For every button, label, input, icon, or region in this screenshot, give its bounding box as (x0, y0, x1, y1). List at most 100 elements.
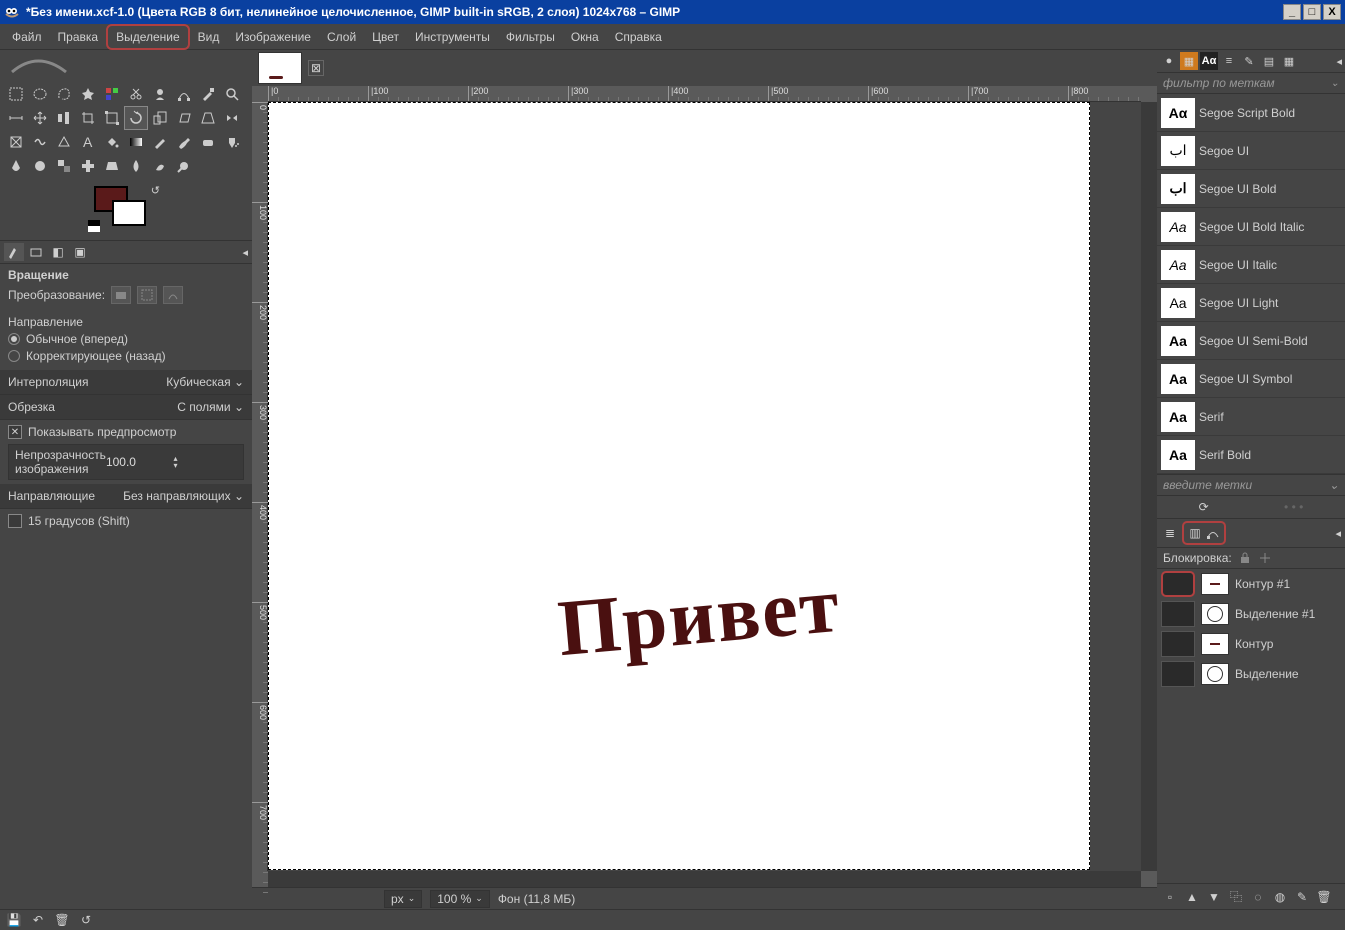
paintbrush-tool[interactable] (172, 130, 196, 154)
stroke-path-button[interactable]: ✎ (1293, 888, 1311, 906)
brushes-tab[interactable]: ● (1160, 52, 1178, 70)
reset-preset-button[interactable]: ↺ (76, 912, 96, 928)
paths-tool[interactable] (172, 82, 196, 106)
delete-preset-button[interactable]: 🗑 (52, 912, 72, 928)
path-to-selection-button[interactable]: ◌ (1249, 888, 1267, 906)
refresh-fonts-button[interactable]: ⟳ (1199, 500, 1209, 514)
transform-layer-button[interactable] (111, 286, 131, 304)
menu-filters[interactable]: Фильтры (498, 26, 563, 48)
ellipse-select-tool[interactable] (28, 82, 52, 106)
tool-options-menu-icon[interactable]: ◂ (242, 246, 248, 259)
path-item[interactable]: Контур (1157, 629, 1345, 659)
image-tab-thumbnail[interactable] (258, 52, 302, 84)
font-item[interactable]: AaSerif (1157, 398, 1345, 436)
quick-nav-icon[interactable] (1141, 871, 1157, 887)
menu-tools[interactable]: Инструменты (407, 26, 498, 48)
flip-tool[interactable] (220, 106, 244, 130)
font-item[interactable]: AaSegoe UI Semi-Bold (1157, 322, 1345, 360)
menu-file[interactable]: Файл (4, 26, 50, 48)
direction-corrective-radio[interactable] (8, 350, 20, 362)
path-visibility-toggle[interactable] (1161, 601, 1195, 627)
tool-options-tab[interactable] (4, 243, 24, 261)
heal-tool[interactable] (76, 154, 100, 178)
show-preview-checkbox[interactable]: ✕ (8, 425, 22, 439)
align-tool[interactable] (52, 106, 76, 130)
image-opacity-field[interactable]: Непрозрачность изображения 100.0 ▴▾ (8, 444, 244, 480)
shear-tool[interactable] (172, 106, 196, 130)
airbrush-tool[interactable] (220, 130, 244, 154)
save-preset-button[interactable]: 💾 (4, 912, 24, 928)
gradients-tab[interactable]: ▤ (1260, 52, 1278, 70)
menu-view[interactable]: Вид (190, 26, 228, 48)
horizontal-ruler[interactable]: |0|100|200|300|400|500|600|700|800 (268, 86, 1141, 102)
guides-select[interactable]: Направляющие Без направляющих ⌄ (0, 484, 252, 509)
zoom-select[interactable]: 100 %⌄ (430, 890, 490, 908)
transform-selection-button[interactable] (137, 286, 157, 304)
perspective-tool[interactable] (196, 106, 220, 130)
rotate-tool[interactable] (124, 106, 148, 130)
direction-normal-radio[interactable] (8, 333, 20, 345)
smudge-tool[interactable] (148, 154, 172, 178)
zoom-tool[interactable] (220, 82, 244, 106)
menu-help[interactable]: Справка (607, 26, 670, 48)
menu-colors[interactable]: Цвет (364, 26, 407, 48)
path-visibility-toggle[interactable] (1161, 571, 1195, 597)
color-swatches[interactable]: ↺ (94, 186, 154, 232)
warp-tool[interactable] (28, 130, 52, 154)
channels-tab[interactable]: ▥ (1186, 524, 1204, 542)
transform-path-button[interactable] (163, 286, 183, 304)
font-item[interactable]: ابSegoe UI (1157, 132, 1345, 170)
menu-image[interactable]: Изображение (227, 26, 319, 48)
fonts-tab[interactable]: Aα (1200, 52, 1218, 70)
undo-history-tab[interactable]: ◧ (48, 243, 68, 261)
paint-dynamics-tab[interactable]: ✎ (1240, 52, 1258, 70)
color-picker-tool[interactable] (196, 82, 220, 106)
gradient-tool[interactable] (124, 130, 148, 154)
dock-menu-icon[interactable]: ◂ (1336, 55, 1342, 68)
restore-preset-button[interactable]: ↶ (28, 912, 48, 928)
unit-select[interactable]: px⌄ (384, 890, 422, 908)
fifteen-deg-checkbox[interactable] (8, 514, 22, 528)
selection-to-path-button[interactable]: ◍ (1271, 888, 1289, 906)
clone-tool[interactable] (52, 154, 76, 178)
text-tool[interactable]: A (76, 130, 100, 154)
path-item[interactable]: Выделение #1 (1157, 599, 1345, 629)
images-tab[interactable]: ▣ (70, 243, 90, 261)
raise-path-button[interactable]: ▲ (1183, 888, 1201, 906)
free-select-tool[interactable] (52, 82, 76, 106)
unified-transform-tool[interactable] (100, 106, 124, 130)
font-item[interactable]: AαSegoe Script Bold (1157, 94, 1345, 132)
measure-tool[interactable] (4, 106, 28, 130)
font-item[interactable]: AaSegoe UI Italic (1157, 246, 1345, 284)
canvas-viewport[interactable]: Привет (268, 102, 1141, 871)
font-grip-icon[interactable]: • • • (1284, 500, 1303, 514)
dock-menu-icon[interactable]: ◂ (1335, 527, 1341, 540)
font-item[interactable]: AaSegoe UI Symbol (1157, 360, 1345, 398)
lock-content-button[interactable] (1238, 551, 1252, 565)
color-select-tool[interactable] (100, 82, 124, 106)
font-item[interactable]: AaSegoe UI Light (1157, 284, 1345, 322)
eraser-tool[interactable] (196, 130, 220, 154)
duplicate-path-button[interactable]: ⿻ (1227, 888, 1245, 906)
path-item[interactable]: Выделение (1157, 659, 1345, 689)
fuzzy-select-tool[interactable] (76, 82, 100, 106)
close-button[interactable]: X (1323, 4, 1341, 20)
mypaint-tool[interactable] (28, 154, 52, 178)
menu-edit[interactable]: Правка (50, 26, 107, 48)
scissors-tool[interactable] (124, 82, 148, 106)
font-item[interactable]: ابSegoe UI Bold (1157, 170, 1345, 208)
image-tab-close-button[interactable]: ⊠ (308, 60, 324, 76)
vertical-scrollbar[interactable] (1141, 102, 1157, 871)
new-path-button[interactable]: ▫ (1161, 888, 1179, 906)
path-visibility-toggle[interactable] (1161, 631, 1195, 657)
dodge-burn-tool[interactable] (172, 154, 196, 178)
font-list[interactable]: AαSegoe Script BoldابSegoe UIابSegoe UI … (1157, 94, 1345, 474)
scale-tool[interactable] (148, 106, 172, 130)
pencil-tool[interactable] (148, 130, 172, 154)
maximize-button[interactable]: □ (1303, 4, 1321, 20)
bucket-fill-tool[interactable] (100, 130, 124, 154)
font-item[interactable]: AaSegoe UI Bold Italic (1157, 208, 1345, 246)
clipping-select[interactable]: Обрезка С полями ⌄ (0, 395, 252, 420)
interpolation-select[interactable]: Интерполяция Кубическая ⌄ (0, 370, 252, 395)
path-item[interactable]: Контур #1 (1157, 569, 1345, 599)
